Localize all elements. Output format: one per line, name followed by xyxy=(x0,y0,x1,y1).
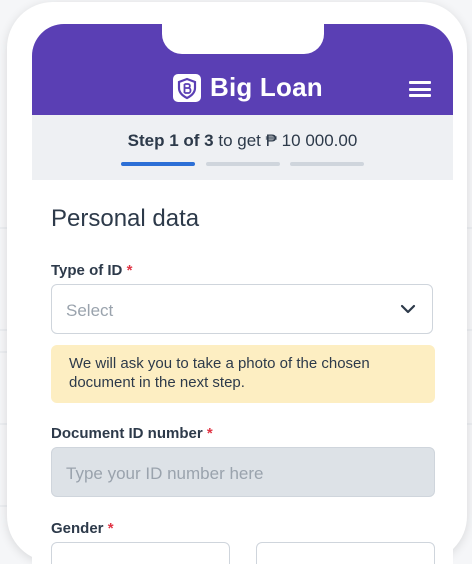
shield-b-icon xyxy=(173,73,201,102)
document-id-label-text: Document ID number xyxy=(51,425,203,442)
app-header: Big Loan xyxy=(32,24,453,115)
type-of-id-select[interactable]: Select xyxy=(51,284,433,334)
document-id-label: Document ID number * xyxy=(51,425,213,442)
document-id-placeholder: Type your ID number here xyxy=(66,464,264,483)
step-amount: to get ₱ 10 000.00 xyxy=(213,131,358,150)
phone-frame: Big Loan Step 1 of 3 to get ₱ 10 000.00 … xyxy=(7,2,467,564)
brand-name: Big Loan xyxy=(210,72,323,102)
progress-segment-2 xyxy=(206,162,280,166)
menu-line xyxy=(409,81,431,84)
gender-label: Gender * xyxy=(51,520,114,537)
form-content: Personal data Type of ID * Select We wil… xyxy=(32,180,453,564)
type-of-id-label-text: Type of ID xyxy=(51,262,123,279)
gender-option-2[interactable] xyxy=(256,542,435,564)
step-indicator: Step 1 of 3 to get ₱ 10 000.00 xyxy=(32,115,453,180)
gender-option-1[interactable] xyxy=(51,542,230,564)
progress-segment-1 xyxy=(121,162,195,166)
page-title: Personal data xyxy=(51,205,200,232)
gender-label-text: Gender xyxy=(51,520,104,537)
phone-notch xyxy=(162,24,324,54)
phone-screen: Big Loan Step 1 of 3 to get ₱ 10 000.00 … xyxy=(32,24,453,564)
type-of-id-label: Type of ID * xyxy=(51,262,132,279)
menu-line xyxy=(409,87,431,91)
required-mark: * xyxy=(206,425,213,442)
required-mark: * xyxy=(107,520,114,537)
required-mark: * xyxy=(126,262,133,279)
brand-logo[interactable]: Big Loan xyxy=(172,72,323,103)
menu-line xyxy=(409,94,431,97)
progress-segment-3 xyxy=(290,162,364,166)
document-id-input[interactable]: Type your ID number here xyxy=(51,447,435,497)
photo-notice: We will ask you to take a photo of the c… xyxy=(51,345,435,403)
type-of-id-value: Select xyxy=(66,301,114,320)
step-text: Step 1 of 3 to get ₱ 10 000.00 xyxy=(32,131,453,151)
chevron-down-icon xyxy=(400,304,416,314)
hamburger-menu-icon[interactable] xyxy=(409,81,431,97)
step-count: Step 1 of 3 xyxy=(127,131,214,150)
